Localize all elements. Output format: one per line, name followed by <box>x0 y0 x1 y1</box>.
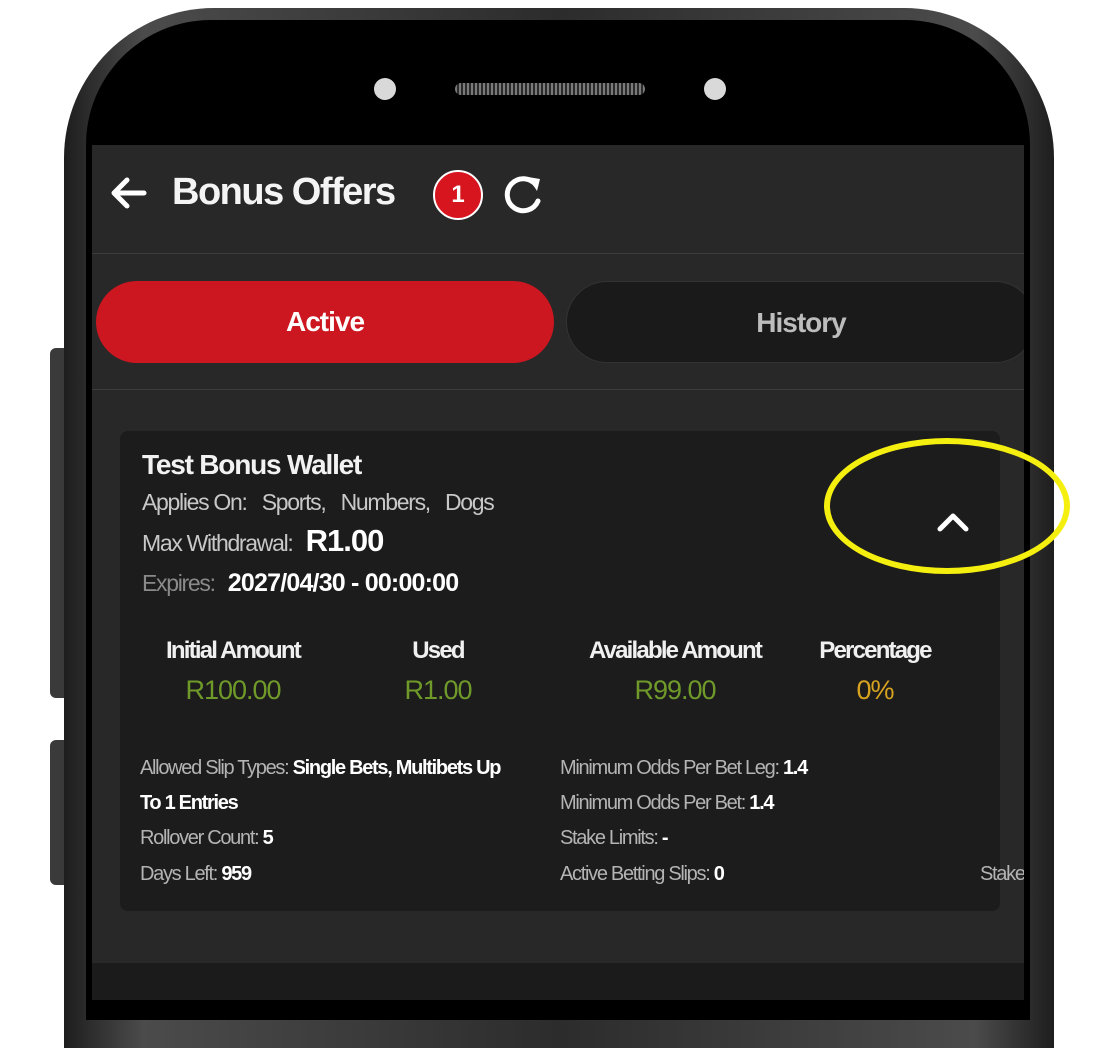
allowed-slip-types-label: Allowed Slip Types: <box>140 757 290 779</box>
tab-active[interactable]: Active <box>96 281 554 363</box>
allowed-slip-types-value: Single Bets, Multibets Up <box>292 757 502 779</box>
tabs-row: Active History <box>92 253 1024 390</box>
allowed-slip-types-continued: To 1 Entries <box>140 792 239 815</box>
highlight-annotation <box>824 438 1070 574</box>
days-left-label: Days Left: <box>140 863 218 885</box>
stake-truncated-label: Stake <box>980 863 1024 885</box>
phone-notch <box>330 58 770 120</box>
stat-value: 0% <box>856 675 894 705</box>
page-title: Bonus Offers <box>172 171 396 213</box>
arrow-left-icon[interactable] <box>108 173 148 213</box>
bonus-count-badge: 1 <box>433 170 483 220</box>
stat-initial-amount: Initial Amount R100.00 <box>158 637 308 706</box>
active-betting-slips: Active Betting Slips: 0 <box>560 863 725 886</box>
rollover-count-value: 5 <box>262 827 274 849</box>
stat-label: Used <box>412 637 465 664</box>
stake-limits: Stake Limits: - <box>560 827 669 850</box>
bottom-bar <box>92 963 1024 1000</box>
min-odds-per-bet-leg-value: 1.4 <box>782 757 808 779</box>
days-left-value: 959 <box>221 863 252 885</box>
front-camera <box>374 78 396 100</box>
tab-history[interactable]: History <box>566 281 1024 363</box>
app-screen: Bonus Offers 1 Active History Test Bonus… <box>92 145 1024 1000</box>
expires-value: 2027/04/30 - 00:00:00 <box>227 569 459 597</box>
min-odds-per-bet: Minimum Odds Per Bet: 1.4 <box>560 792 774 815</box>
earpiece-speaker <box>455 83 645 95</box>
bonus-title: Test Bonus Wallet <box>142 449 362 480</box>
min-odds-per-bet-leg: Minimum Odds Per Bet Leg: 1.4 <box>560 757 808 780</box>
expires-row: Expires: 2027/04/30 - 00:00:00 <box>142 569 459 598</box>
sensor <box>704 78 726 100</box>
applies-on-row: Applies On: Sports, Numbers, Dogs <box>142 489 495 516</box>
expires-label: Expires: <box>142 570 216 596</box>
page-header: Bonus Offers 1 <box>92 145 1024 254</box>
applies-on-item: Numbers, <box>340 489 432 515</box>
applies-on-item: Sports, <box>261 489 327 515</box>
rollover-count-label: Rollover Count: <box>140 827 260 849</box>
stat-percentage: Percentage 0% <box>800 637 950 706</box>
min-odds-per-bet-label: Minimum Odds Per Bet: <box>560 792 746 814</box>
min-odds-per-bet-leg-label: Minimum Odds Per Bet Leg: <box>560 757 780 779</box>
days-left: Days Left: 959 <box>140 863 252 886</box>
stat-used: Used R1.00 <box>388 637 488 706</box>
applies-on-label: Applies On: <box>142 489 248 515</box>
refresh-icon[interactable] <box>500 171 546 217</box>
allowed-slip-types: Allowed Slip Types: Single Bets, Multibe… <box>140 757 502 780</box>
stat-label: Initial Amount <box>166 637 302 664</box>
active-betting-slips-value: 0 <box>713 863 725 885</box>
active-betting-slips-label: Active Betting Slips: <box>560 863 711 885</box>
stat-available-amount: Available Amount R99.00 <box>560 637 790 706</box>
stake-limits-value: - <box>661 827 669 849</box>
max-withdrawal-label: Max Withdrawal: <box>142 530 294 556</box>
stat-value: R99.00 <box>634 675 716 705</box>
stat-label: Available Amount <box>588 637 763 664</box>
stat-value: R1.00 <box>404 675 472 705</box>
allowed-slip-types-value-cont: To 1 Entries <box>140 792 239 814</box>
stake-limits-label: Stake Limits: <box>560 827 659 849</box>
rollover-count: Rollover Count: 5 <box>140 827 274 850</box>
min-odds-per-bet-value: 1.4 <box>749 792 774 814</box>
stat-label: Percentage <box>819 637 932 664</box>
applies-on-item: Dogs <box>444 489 495 515</box>
max-withdrawal-value: R1.00 <box>305 523 385 558</box>
stat-value: R100.00 <box>185 675 281 705</box>
max-withdrawal-row: Max Withdrawal: R1.00 <box>142 523 385 559</box>
